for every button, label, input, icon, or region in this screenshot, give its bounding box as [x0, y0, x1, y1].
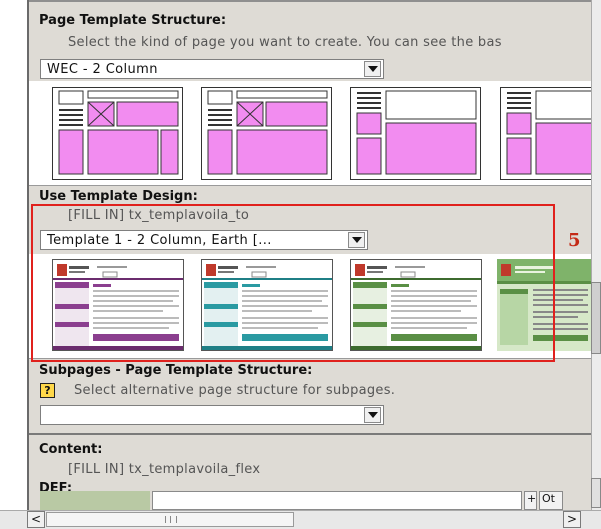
layout-option-1[interactable] [52, 87, 183, 180]
layout-2col-narrow-left-icon [356, 90, 477, 175]
subpages-select[interactable] [40, 405, 384, 425]
page-template-description: Select the kind of page you want to crea… [68, 35, 502, 50]
page-template-select-value: WEC - 2 Column [47, 62, 158, 77]
subpages-description: Select alternative page structure for su… [74, 383, 396, 398]
template-design-heading: Use Template Design: [39, 189, 198, 204]
help-icon[interactable]: ? [40, 383, 55, 398]
content-frame: Page Template Structure: Select the kind… [0, 0, 591, 510]
content-heading: Content: [39, 442, 103, 457]
layout-option-4[interactable] [500, 87, 591, 180]
annotation-number: 5 [568, 230, 581, 251]
scroll-down-button[interactable] [591, 478, 601, 508]
vertical-scrollbar-thumb[interactable] [591, 282, 601, 354]
page-template-heading: Page Template Structure: [39, 13, 227, 28]
def-other-button[interactable]: Ot [539, 491, 563, 510]
layout-option-3[interactable] [350, 87, 481, 180]
layout-2col-right-nav-icon [207, 90, 328, 175]
horizontal-scrollbar-thumb[interactable] [46, 512, 294, 527]
def-input[interactable] [152, 491, 522, 510]
def-field-label [40, 491, 150, 510]
layout-2col-left-nav-icon [58, 90, 179, 175]
scroll-left-icon[interactable]: < [27, 511, 45, 528]
grip-icon [165, 516, 177, 523]
layout-3col-icon [506, 90, 591, 175]
chevron-down-icon[interactable] [364, 407, 381, 423]
subpages-heading: Subpages - Page Template Structure: [39, 363, 313, 378]
vertical-scrollbar[interactable] [591, 0, 601, 510]
scroll-right-icon[interactable]: > [563, 511, 581, 528]
page-template-select[interactable]: WEC - 2 Column [40, 59, 384, 79]
layout-option-2[interactable] [201, 87, 332, 180]
chevron-down-icon[interactable] [364, 61, 381, 77]
content-fillin: [FILL IN] tx_templavoila_flex [68, 462, 261, 477]
def-add-button[interactable]: + [524, 491, 537, 510]
highlight-box [31, 204, 555, 362]
